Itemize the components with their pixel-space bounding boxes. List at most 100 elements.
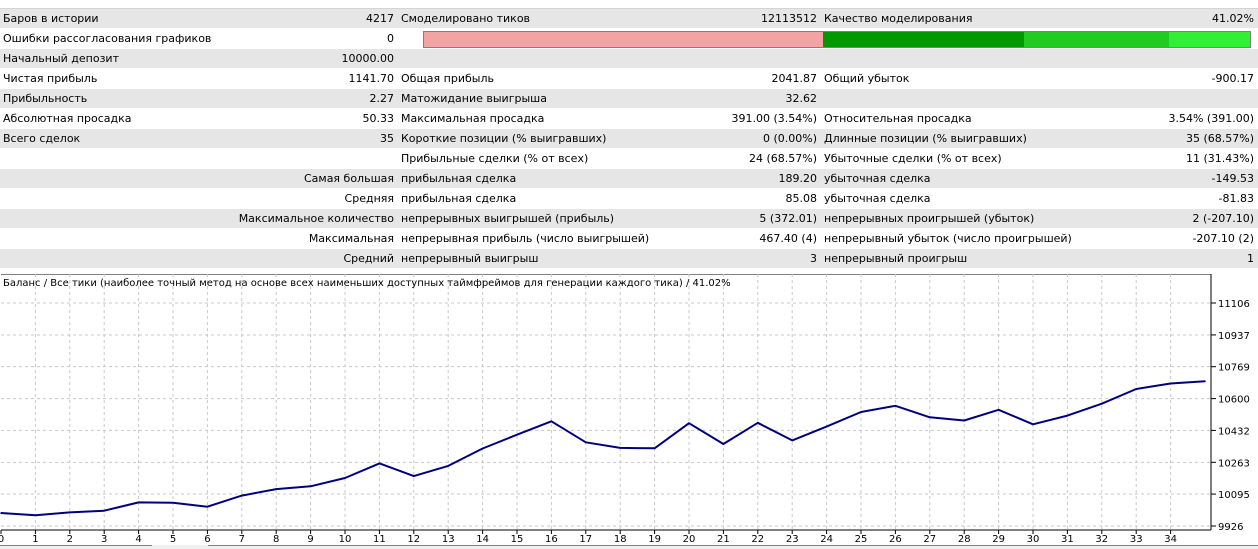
balance-point <box>1066 414 1069 417</box>
report-cell: Длинные позиции (% выигравших) 35 (68.57%… <box>821 128 1258 149</box>
y-tick-label: 10937 <box>1218 331 1250 342</box>
balance-point <box>1135 388 1137 390</box>
report-cell: Всего сделок 35 <box>0 128 398 149</box>
modeling-quality-bar <box>423 30 1251 48</box>
report-value: 10000.00 <box>341 52 395 65</box>
y-tick-label: 9926 <box>1218 522 1243 533</box>
balance-point <box>825 425 828 428</box>
x-tick-label: 31 <box>1061 534 1074 545</box>
report-cell: непрерывный выигрыш 3 <box>398 248 821 269</box>
report-label: Убыточные сделки (% от всех) <box>824 152 1002 165</box>
x-tick-label: 7 <box>239 534 245 545</box>
report-cell: Чистая прибыль 1141.70 <box>0 68 398 89</box>
report-cell: непрерывный проигрыш 1 <box>821 248 1258 269</box>
balance-chart: 0 1 2 3 4 5 6 7 8 9 10 11 12 13 14 15 16 17 18 19 20 21 22 23 24… <box>0 274 1258 549</box>
report-label: Короткие позиции (% выигравших) <box>401 132 607 145</box>
report-row: Прибыльные сделки (% от всех) 24 (68.57%)… <box>0 148 1258 169</box>
report-label: Начальный депозит <box>3 52 119 65</box>
report-label: Смоделировано тиков <box>401 12 531 25</box>
report-value: Самая большая <box>303 172 394 185</box>
x-tick-label: 9 <box>307 534 313 545</box>
report-value: Максимальное количество <box>238 212 394 225</box>
report-cell: непрерывная прибыль (число выигрышей) 467… <box>398 228 821 249</box>
report-row: Всего сделок 35 Короткие позиции (% выигра… <box>0 128 1258 149</box>
x-tick-label: 19 <box>648 534 661 545</box>
balance-point <box>516 433 518 436</box>
balance-point <box>619 447 621 449</box>
balance-point <box>0 512 2 514</box>
report-cell: Короткие позиции (% выигравших) 0 (0.00%) <box>398 128 821 149</box>
report-label: Качество моделирования <box>824 12 973 25</box>
quality-bar-segment <box>823 31 1024 47</box>
report-value: 3.54% (391.00) <box>1168 112 1254 125</box>
report-label: Прибыльность <box>3 92 88 105</box>
report-value: 391.00 (3.54%) <box>731 112 817 125</box>
report-cell: Максимальная <box>0 228 398 249</box>
x-tick-label: 0 <box>0 534 4 545</box>
x-tick-label: 11 <box>373 534 386 545</box>
report-value: 24 (68.57%) <box>748 152 817 165</box>
report-value: 4217 <box>366 12 394 25</box>
balance-point <box>378 462 381 465</box>
report-row: Самая большая прибыльная сделка 189.20 убыт… <box>0 168 1258 189</box>
report-label: непрерывных выигрышей (прибыль) <box>401 212 615 225</box>
report-value: 2 (-207.10) <box>1192 212 1254 225</box>
x-tick-label: 2 <box>67 534 73 545</box>
balance-point <box>344 477 346 479</box>
report-cell: Матожидание выигрыша 32.62 <box>398 88 821 109</box>
y-tick-label: 10600 <box>1218 395 1250 406</box>
report-value: 5 (372.01) <box>759 212 817 225</box>
balance-point <box>1032 423 1034 426</box>
report-label: убыточная сделка <box>824 172 931 185</box>
report-row: Средний непрерывный выигрыш 3 непрерывный п… <box>0 248 1258 269</box>
quality-bar-segment <box>424 31 824 47</box>
quality-bar-segment <box>1169 31 1250 47</box>
report-row: Максимальная непрерывная прибыль (число в… <box>0 228 1258 249</box>
report-cell: прибыльная сделка 85.08 <box>398 188 821 209</box>
y-tick-label: 10095 <box>1218 490 1250 501</box>
x-tick-label: 15 <box>511 534 524 545</box>
x-tick-label: 28 <box>958 534 971 545</box>
y-tick-label: 11106 <box>1218 299 1250 310</box>
report-value: 35 <box>380 132 394 145</box>
report-cell: непрерывных выигрышей (прибыль) 5 (372.01… <box>398 208 821 229</box>
report-value: -900.17 <box>1211 72 1254 85</box>
x-tick-label: 1 <box>32 534 38 545</box>
report-label: прибыльная сделка <box>401 172 517 185</box>
report-cell: Максимальная просадка 391.00 (3.54%) <box>398 108 821 129</box>
report-cell <box>398 48 821 69</box>
x-tick-label: 16 <box>545 534 558 545</box>
report-table: Баров в истории 4217 Смоделировано тиков 12… <box>0 9 1258 269</box>
report-label: непрерывный проигрыш <box>824 252 968 265</box>
balance-point <box>69 511 71 514</box>
report-value: 50.33 <box>362 112 395 125</box>
balance-point <box>447 465 450 467</box>
report-value: 189.20 <box>778 172 818 185</box>
x-tick-label: 20 <box>683 534 696 545</box>
report-cell: Баров в истории 4217 <box>0 9 398 29</box>
report-label: непрерывный убыток (число проигрышей) <box>824 232 1072 245</box>
balance-point <box>413 475 415 477</box>
balance-point <box>688 422 690 424</box>
quality-bar-segment <box>1023 31 1170 47</box>
report-row: Ошибки рассогласования графиков 0 <box>0 28 1258 49</box>
report-row: Чистая прибыль 1141.70 Общая прибыль 2041.8… <box>0 68 1258 89</box>
balance-point <box>550 420 553 423</box>
report-cell: Самая большая <box>0 168 398 189</box>
balance-point <box>894 405 897 407</box>
x-tick-label: 25 <box>855 534 868 545</box>
x-tick-label: 29 <box>992 534 1005 545</box>
report-cell: Максимальное количество <box>0 208 398 229</box>
bottom-tab-left <box>0 545 152 549</box>
report-value: 2.27 <box>369 92 395 105</box>
report-label: Абсолютная просадка <box>3 112 132 125</box>
report-cell: непрерывный убыток (число проигрышей) -20… <box>821 228 1258 249</box>
x-tick-label: 13 <box>442 534 455 545</box>
report-value: Максимальная <box>308 232 394 245</box>
report-cell <box>0 148 398 169</box>
report-label: Баров в истории <box>3 12 99 25</box>
balance-point <box>137 501 140 504</box>
report-label: прибыльная сделка <box>401 192 517 205</box>
x-tick-label: 14 <box>476 534 489 545</box>
balance-point <box>206 505 209 508</box>
